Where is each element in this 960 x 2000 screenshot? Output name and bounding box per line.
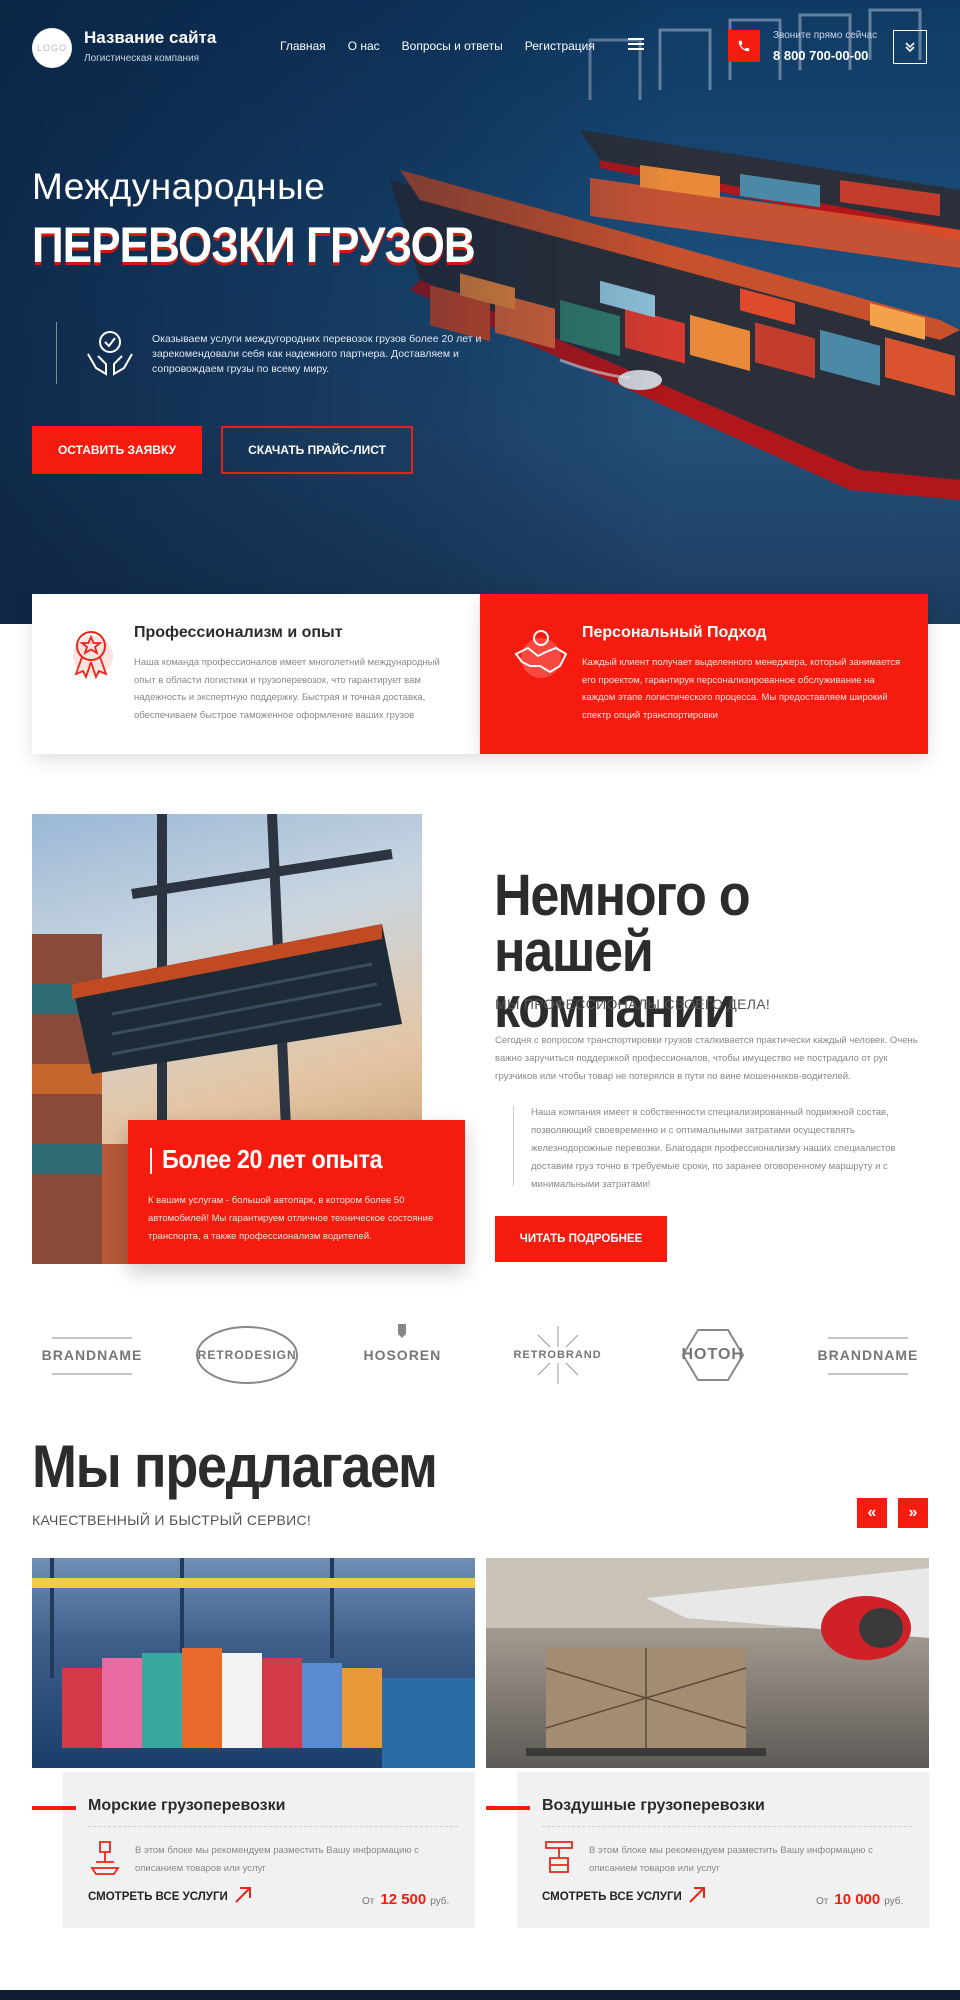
scroll-down-icon[interactable] xyxy=(893,30,927,64)
brand-logo[interactable]: RETRODESIGN xyxy=(187,1316,307,1394)
feature-text: Наша команда профессионалов имеет многол… xyxy=(134,657,440,721)
brand-logo[interactable]: BRANDNAME xyxy=(32,1316,152,1394)
view-services-link[interactable]: СМОТРЕТЬ ВСЕ УСЛУГИ xyxy=(542,1891,682,1903)
offer-title: Мы предлагаем xyxy=(32,1433,438,1500)
hero-section: LOGO Название сайта Логистическая компан… xyxy=(0,0,960,624)
menu-icon[interactable] xyxy=(628,38,644,52)
brand-name: BRANDNAME xyxy=(41,1347,143,1363)
card-divider xyxy=(88,1826,458,1827)
brand-logo[interactable]: HOTOH xyxy=(653,1316,773,1394)
nav-item-register[interactable]: Регистрация xyxy=(525,39,595,53)
handshake-icon xyxy=(514,630,568,678)
about-paragraph-2: Наша компания имеет в собственности спец… xyxy=(531,1107,896,1190)
brand-logo[interactable]: HOSOREN xyxy=(342,1316,462,1394)
next-arrow-button[interactable]: » xyxy=(898,1498,928,1528)
main-nav: Главная О нас Вопросы и ответы Регистрац… xyxy=(280,39,595,53)
arrow-up-right-icon[interactable] xyxy=(232,1884,254,1906)
arrow-up-right-icon[interactable] xyxy=(686,1884,708,1906)
brand-name: HOTOH xyxy=(681,1346,744,1363)
leave-request-button[interactable]: ОСТАВИТЬ ЗАЯВКУ xyxy=(32,426,202,474)
brand-name: HOSOREN xyxy=(363,1347,442,1363)
card-title[interactable]: Морские грузоперевозки xyxy=(88,1797,285,1815)
brand-name: BRANDNAME xyxy=(817,1347,919,1363)
air-freight-image[interactable] xyxy=(486,1558,929,1768)
experience-bar xyxy=(150,1148,152,1174)
brand-logos: BRANDNAME RETRODESIGN HOSOREN RETROBRAND… xyxy=(32,1316,928,1394)
card-divider xyxy=(542,1826,912,1827)
footer-strip xyxy=(0,1990,960,2000)
download-price-button[interactable]: СКАЧАТЬ ПРАЙС-ЛИСТ xyxy=(221,426,413,474)
price: От 10 000 руб. xyxy=(816,1891,904,1908)
experience-box: Более 20 лет опыта К вашим услугам - бол… xyxy=(128,1120,465,1264)
feature-text: Каждый клиент получает выделенного менед… xyxy=(582,657,901,721)
nav-item-faq[interactable]: Вопросы и ответы xyxy=(402,39,503,53)
feature-title: Профессионализм и опыт xyxy=(134,624,343,641)
call-hint: Звоните прямо сейчас xyxy=(773,30,878,41)
brand-name: RETROBRAND xyxy=(513,1349,602,1361)
card-text: В этом блоке мы рекомендуем разместить В… xyxy=(135,1845,419,1874)
card-accent-line xyxy=(486,1806,530,1810)
price: От 12 500 руб. xyxy=(362,1891,450,1908)
about-subtitle: МЫ ПРОФЕССИОНАЛЫ СВОЕГО ДЕЛА! xyxy=(495,996,771,1012)
hero-description: Оказываем услуги междугородних перевозок… xyxy=(152,333,482,375)
prev-arrow-button[interactable]: « xyxy=(857,1498,887,1528)
about-paragraph-1: Сегодня с вопросом транспортировки грузо… xyxy=(495,1035,918,1082)
feature-card-expertise: Профессионализм и опыт Наша команда проф… xyxy=(32,594,480,754)
site-subtitle: Логистическая компания xyxy=(84,53,200,64)
award-icon xyxy=(73,631,113,680)
phone-number[interactable]: 8 800 700-00-00 xyxy=(773,48,868,63)
nav-item-about[interactable]: О нас xyxy=(348,39,380,53)
about-quote-line xyxy=(513,1106,514,1186)
card-accent-line xyxy=(32,1806,76,1810)
price-value: 12 500 xyxy=(380,1891,427,1908)
view-services-link[interactable]: СМОТРЕТЬ ВСЕ УСЛУГИ xyxy=(88,1891,228,1903)
logo[interactable]: LOGO xyxy=(32,28,72,68)
card-text: В этом блоке мы рекомендуем разместить В… xyxy=(589,1845,873,1874)
trust-hands-icon xyxy=(87,331,133,376)
cargo-crane-icon xyxy=(545,1841,573,1873)
card-title[interactable]: Воздушные грузоперевозки xyxy=(542,1797,765,1815)
phone-icon[interactable] xyxy=(728,30,760,62)
header: LOGO Название сайта Логистическая компан… xyxy=(0,0,960,96)
anchor-ship-icon xyxy=(90,1841,120,1875)
nav-item-home[interactable]: Главная xyxy=(280,39,326,53)
hero-divider xyxy=(56,322,57,384)
sea-freight-image[interactable] xyxy=(32,1558,475,1768)
brand-logo[interactable]: BRANDNAME xyxy=(808,1316,928,1394)
brand-name: RETRODESIGN xyxy=(197,1348,297,1362)
brand-logo[interactable]: RETROBRAND xyxy=(498,1316,618,1394)
offer-subtitle: КАЧЕСТВЕННЫЙ И БЫСТРЫЙ СЕРВИС! xyxy=(32,1512,312,1528)
experience-text: К вашим услугам - большой автопарк, в ко… xyxy=(148,1195,434,1242)
site-title[interactable]: Название сайта xyxy=(84,28,216,48)
read-more-button[interactable]: ЧИТАТЬ ПОДРОБНЕЕ xyxy=(495,1216,667,1262)
price-value: 10 000 xyxy=(834,1891,881,1908)
hero-title-line1: Международные xyxy=(32,166,326,207)
feature-card-personal: Персональный Подход Каждый клиент получа… xyxy=(480,594,928,754)
experience-title: Более 20 лет опыта xyxy=(162,1144,383,1174)
hero-title-line2: ПЕРЕВОЗКИ ГРУЗОВ xyxy=(32,217,476,273)
feature-title: Персональный Подход xyxy=(582,624,767,641)
